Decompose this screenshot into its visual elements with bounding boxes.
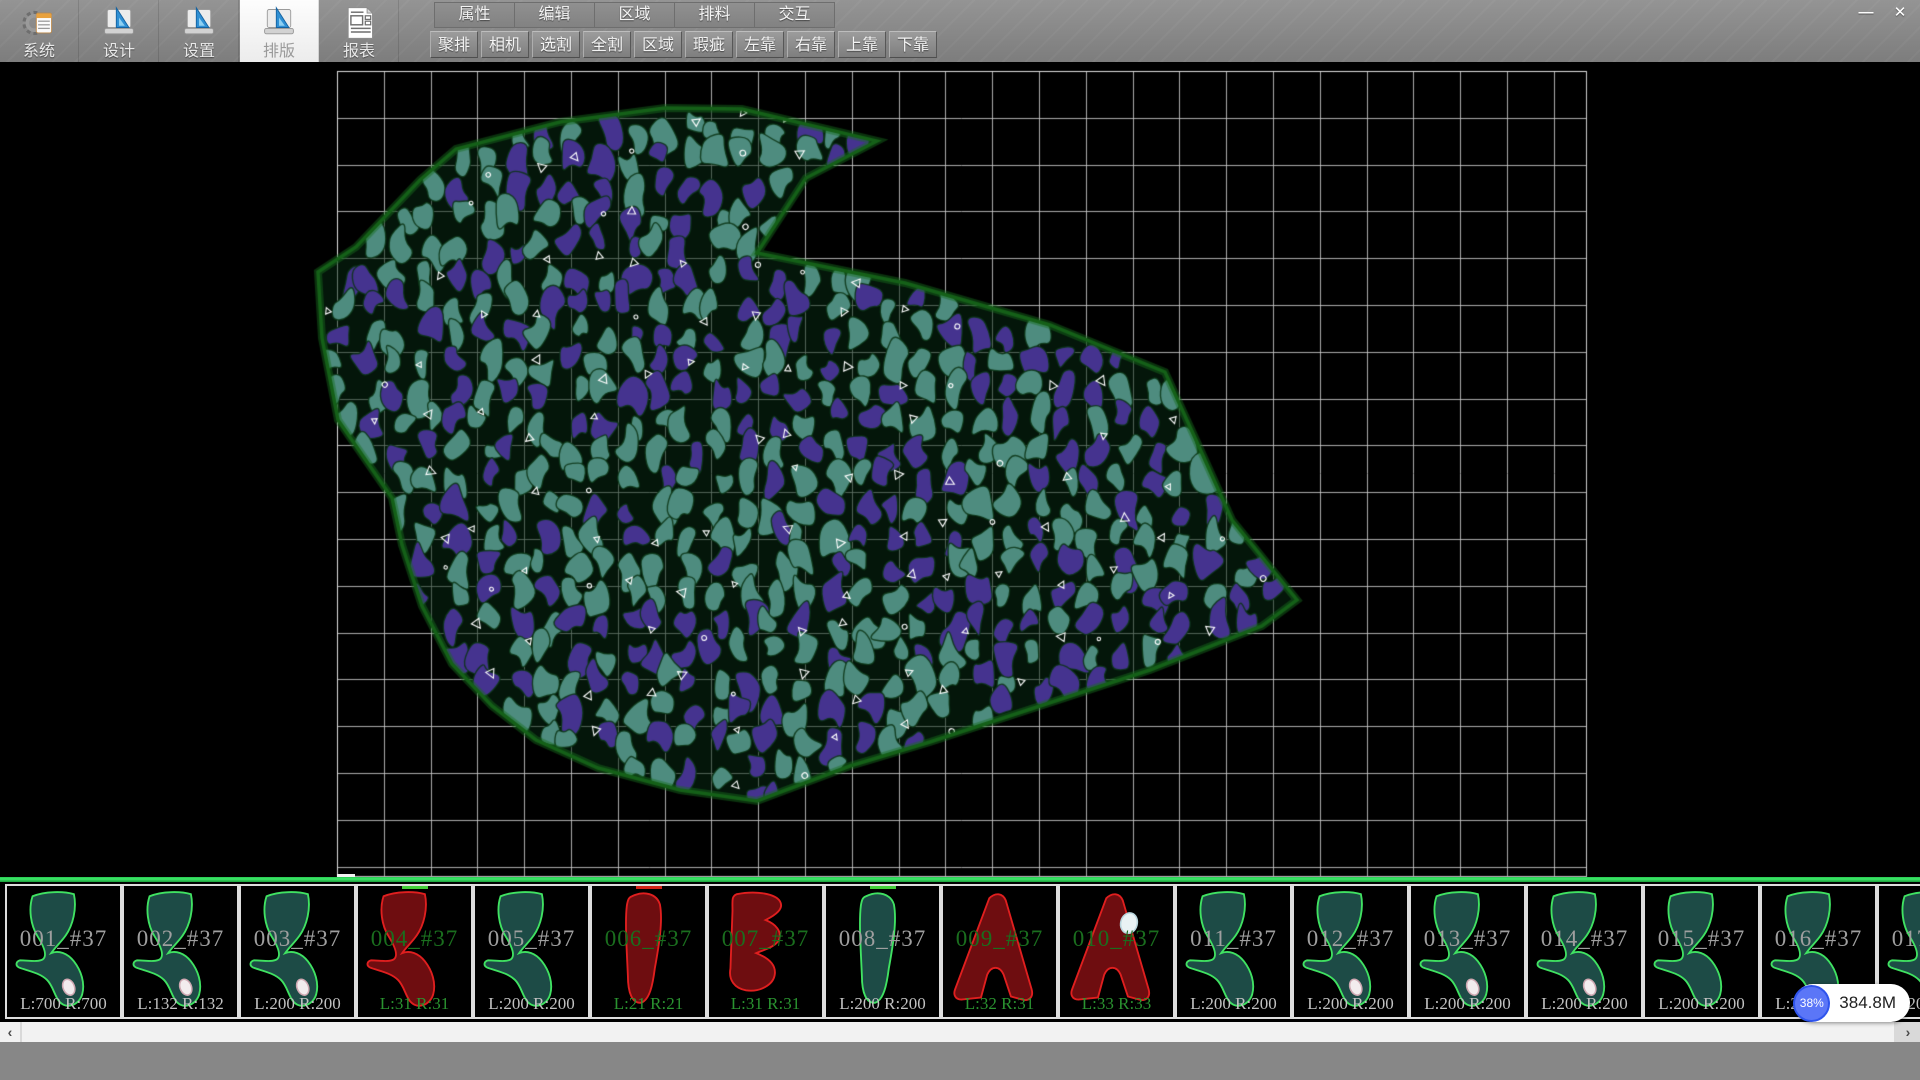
piece-thumbnail-001_#37[interactable]: 001_#37 L:700 R:700 — [5, 884, 122, 1019]
menu-tab-编辑[interactable]: 编辑 — [514, 2, 594, 28]
horizontal-scrollbar[interactable]: ‹ › — [0, 1022, 1920, 1042]
piece-thumbnail-strip: 001_#37L:700 R:700002_#37L:132 R:132003_… — [0, 882, 1920, 1022]
piece-lr-label: L:33 R:33 — [1060, 994, 1173, 1014]
piece-lr-label: L:132 R:132 — [124, 994, 237, 1014]
piece-id-label: 010_#37 — [1060, 926, 1173, 952]
piece-lr-label: L:31 R:31 — [709, 994, 822, 1014]
piece-thumbnail-009_#37[interactable]: 009_#37 L:32 R:31 — [941, 884, 1058, 1019]
action-button-相机[interactable]: 相机 — [481, 31, 529, 58]
action-button-瑕疵[interactable]: 瑕疵 — [685, 31, 733, 58]
piece-lr-label: L:200 R:200 — [1645, 994, 1758, 1014]
nesting-workspace — [0, 62, 1920, 878]
piece-id-label: 013_#37 — [1411, 926, 1524, 952]
piece-thumbnail-012_#37[interactable]: 012_#37 L:200 R:200 — [1292, 884, 1409, 1019]
piece-thumbnail-015_#37[interactable]: 015_#37 L:200 R:200 — [1643, 884, 1760, 1019]
piece-lr-label: L:200 R:200 — [1411, 994, 1524, 1014]
piece-lr-label: L:200 R:200 — [1294, 994, 1407, 1014]
piece-lr-label: L:200 R:200 — [826, 994, 939, 1014]
piece-id-label: 015_#37 — [1645, 926, 1758, 952]
settings-ruler-icon — [181, 5, 217, 41]
piece-lr-label: L:21 R:21 — [592, 994, 705, 1014]
piece-lr-label: L:200 R:200 — [475, 994, 588, 1014]
status-bar — [0, 1042, 1920, 1080]
app-window: 系统设计设置排版报表 属性编辑区域排料交互 聚排相机选割全割区域瑕疵左靠右靠上靠… — [0, 0, 1920, 1080]
close-button[interactable]: ✕ — [1886, 2, 1914, 24]
piece-thumbnail-007_#37[interactable]: 007_#37 L:31 R:31 — [707, 884, 824, 1019]
piece-thumbnail-004_#37[interactable]: 004_#37 L:31 R:31 — [356, 884, 473, 1019]
piece-thumbnail-008_#37[interactable]: 008_#37 L:200 R:200 — [824, 884, 941, 1019]
action-button-聚排[interactable]: 聚排 — [430, 31, 478, 58]
piece-thumbnail-014_#37[interactable]: 014_#37 L:200 R:200 — [1526, 884, 1643, 1019]
action-button-row: 聚排相机选割全割区域瑕疵左靠右靠上靠下靠 — [430, 31, 937, 60]
progress-badge[interactable]: 38% 384.8M — [1794, 984, 1910, 1022]
toolbar-button-报表[interactable]: 报表 — [320, 0, 399, 62]
report-doc-icon — [341, 5, 377, 41]
toolbar-button-设计[interactable]: 设计 — [80, 0, 159, 62]
menu-tab-交互[interactable]: 交互 — [754, 2, 835, 28]
system-gear-icon — [21, 5, 57, 41]
thumbnail-status-chip — [870, 884, 896, 889]
scroll-left-arrow-icon[interactable]: ‹ — [0, 1022, 20, 1042]
piece-id-label: 017_#37 — [1879, 926, 1920, 952]
piece-id-label: 016_#37 — [1762, 926, 1875, 952]
menu-tab-区域[interactable]: 区域 — [594, 2, 674, 28]
piece-lr-label: L:32 R:31 — [943, 994, 1056, 1014]
scroll-right-arrow-icon[interactable]: › — [1898, 1022, 1918, 1042]
scrollbar-thumb[interactable] — [22, 1022, 1894, 1042]
nesting-canvas[interactable] — [0, 62, 1920, 878]
menu-tab-row: 属性编辑区域排料交互 — [434, 2, 835, 28]
piece-id-label: 003_#37 — [241, 926, 354, 952]
action-button-上靠[interactable]: 上靠 — [838, 31, 886, 58]
piece-thumbnail-010_#37[interactable]: 010_#37 L:33 R:33 — [1058, 884, 1175, 1019]
top-toolbar: 系统设计设置排版报表 属性编辑区域排料交互 聚排相机选割全割区域瑕疵左靠右靠上靠… — [0, 0, 1920, 63]
piece-lr-label: L:200 R:200 — [1177, 994, 1290, 1014]
action-button-左靠[interactable]: 左靠 — [736, 31, 784, 58]
toolbar-button-label: 设置 — [183, 42, 215, 62]
piece-lr-label: L:31 R:31 — [358, 994, 471, 1014]
piece-lr-label: L:200 R:200 — [1528, 994, 1641, 1014]
piece-id-label: 002_#37 — [124, 926, 237, 952]
progress-percent: 38% — [1793, 985, 1830, 1022]
piece-lr-label: L:700 R:700 — [7, 994, 120, 1014]
action-button-全割[interactable]: 全割 — [583, 31, 631, 58]
menu-tab-属性[interactable]: 属性 — [434, 2, 514, 28]
nesting-ruler-icon — [261, 5, 297, 41]
piece-id-label: 006_#37 — [592, 926, 705, 952]
piece-id-label: 005_#37 — [475, 926, 588, 952]
piece-id-label: 001_#37 — [7, 926, 120, 952]
toolbar-button-label: 设计 — [103, 42, 135, 62]
toolbar-button-设置[interactable]: 设置 — [160, 0, 239, 62]
piece-id-label: 007_#37 — [709, 926, 822, 952]
toolbar-button-系统[interactable]: 系统 — [0, 0, 79, 62]
piece-id-label: 009_#37 — [943, 926, 1056, 952]
piece-lr-label: L:200 R:200 — [241, 994, 354, 1014]
minimize-button[interactable]: — — [1852, 2, 1880, 24]
thumbnail-status-chip — [636, 884, 662, 889]
piece-thumbnail-005_#37[interactable]: 005_#37 L:200 R:200 — [473, 884, 590, 1019]
thumbnail-status-chip — [402, 884, 428, 889]
piece-id-label: 011_#37 — [1177, 926, 1290, 952]
window-controls: — ✕ — [1852, 2, 1914, 24]
design-ruler-icon — [101, 5, 137, 41]
piece-id-label: 014_#37 — [1528, 926, 1641, 952]
toolbar-button-label: 排版 — [263, 42, 295, 62]
piece-thumbnail-003_#37[interactable]: 003_#37 L:200 R:200 — [239, 884, 356, 1019]
action-button-区域[interactable]: 区域 — [634, 31, 682, 58]
action-button-选割[interactable]: 选割 — [532, 31, 580, 58]
piece-thumbnail-002_#37[interactable]: 002_#37 L:132 R:132 — [122, 884, 239, 1019]
memory-value: 384.8M — [1839, 993, 1896, 1013]
menu-tab-排料[interactable]: 排料 — [674, 2, 754, 28]
piece-thumbnail-011_#37[interactable]: 011_#37 L:200 R:200 — [1175, 884, 1292, 1019]
piece-thumbnail-013_#37[interactable]: 013_#37 L:200 R:200 — [1409, 884, 1526, 1019]
toolbar-button-label: 报表 — [343, 42, 375, 62]
action-button-下靠[interactable]: 下靠 — [889, 31, 937, 58]
action-button-右靠[interactable]: 右靠 — [787, 31, 835, 58]
piece-id-label: 008_#37 — [826, 926, 939, 952]
toolbar-button-label: 系统 — [23, 42, 55, 62]
piece-thumbnail-006_#37[interactable]: 006_#37 L:21 R:21 — [590, 884, 707, 1019]
piece-id-label: 012_#37 — [1294, 926, 1407, 952]
toolbar-button-排版[interactable]: 排版 — [240, 0, 319, 62]
piece-id-label: 004_#37 — [358, 926, 471, 952]
